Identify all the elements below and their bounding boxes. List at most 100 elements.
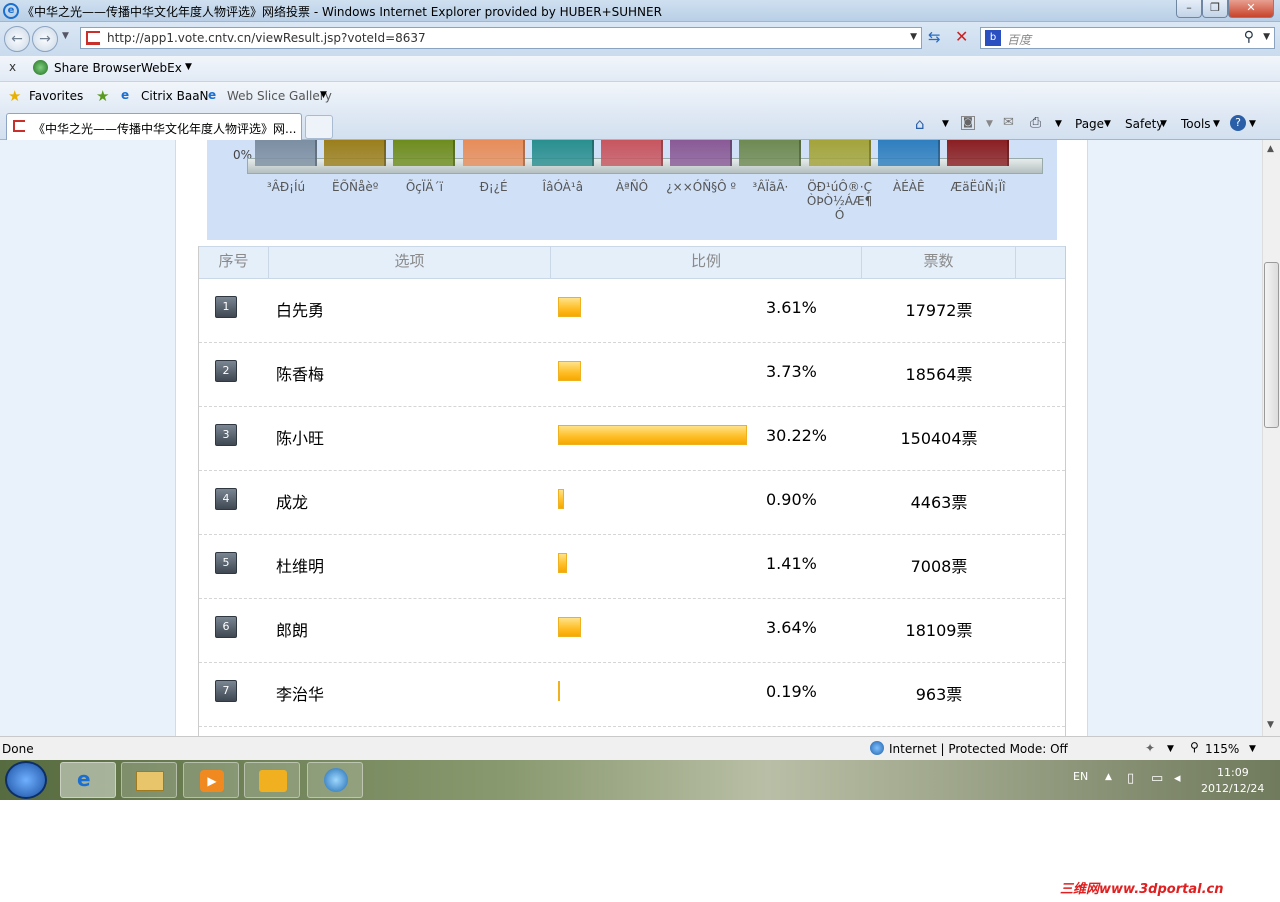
- baidu-icon: b: [985, 30, 1001, 46]
- chart-bar: [947, 140, 1009, 166]
- web-slice-gallery-link[interactable]: Web Slice Gallery: [227, 89, 332, 103]
- webslice-dropdown-icon[interactable]: ▼: [320, 90, 327, 100]
- maximize-button[interactable]: ❐: [1202, 0, 1228, 18]
- chart-bar: [601, 140, 663, 166]
- zoom-icon[interactable]: ⚲: [1190, 740, 1199, 754]
- chart-category-label: ÎâÓÀ¹â: [542, 180, 584, 194]
- print-dropdown-icon[interactable]: ▼: [1055, 119, 1062, 129]
- new-tab-button[interactable]: [305, 115, 333, 139]
- print-icon[interactable]: ⎙: [1030, 115, 1041, 131]
- share-browser-icon: [33, 60, 48, 75]
- tray-expand-icon[interactable]: ▲: [1105, 772, 1112, 782]
- ratio-percent: 3.61%: [766, 298, 817, 317]
- scroll-thumb[interactable]: [1264, 262, 1279, 428]
- row-number-badge: 3: [215, 424, 237, 446]
- table-row: 7 李治华 0.19% 963票: [199, 663, 1065, 727]
- history-dropdown-icon[interactable]: ▼: [62, 31, 69, 41]
- add-favorite-icon[interactable]: ★: [96, 87, 109, 105]
- tools-dropdown-icon: ▼: [1213, 119, 1220, 129]
- mail-icon[interactable]: ✉: [1003, 115, 1014, 130]
- results-chart: 0% ³ÂÐ¡Íú ËÕÑåèº ÕçÏÄ´ï Ð¡¿É ÎâÓÀ¹â ÀªÑÔ ¿××ÓÑ…: [207, 140, 1057, 240]
- zoom-dropdown-icon[interactable]: ▼: [1249, 744, 1256, 754]
- tray-device-icon[interactable]: ▯: [1127, 771, 1134, 786]
- chart-bar: [255, 140, 317, 166]
- home-icon[interactable]: ⌂: [915, 115, 925, 133]
- favorites-button[interactable]: Favorites: [29, 89, 83, 103]
- minimize-button[interactable]: –: [1176, 0, 1202, 18]
- tab-vote-page[interactable]: 《中华之光——传播中华文化年度人物评选》网...: [6, 113, 302, 140]
- header-no: 序号: [199, 247, 269, 279]
- feeds-icon[interactable]: ◙: [961, 116, 975, 130]
- popup-dropdown-icon[interactable]: ▼: [1167, 744, 1174, 754]
- home-dropdown-icon[interactable]: ▼: [942, 119, 949, 129]
- site-watermark: 三维网www.3dportal.cn: [1060, 882, 1224, 897]
- vote-count: 7008票: [910, 557, 968, 576]
- search-icon[interactable]: ⚲: [1244, 29, 1254, 45]
- safety-dropdown-icon: ▼: [1160, 119, 1167, 129]
- toolbar-close-icon[interactable]: x: [9, 60, 16, 74]
- vote-count: 4463票: [910, 493, 968, 512]
- taskbar-explorer-icon[interactable]: [121, 762, 177, 798]
- safety-menu[interactable]: Safety: [1125, 117, 1163, 131]
- search-dropdown-icon[interactable]: ▼: [1263, 32, 1270, 42]
- address-dropdown-icon[interactable]: ▼: [910, 32, 917, 42]
- address-url: http://app1.vote.cntv.cn/viewResult.jsp?…: [107, 31, 426, 45]
- option-name: 郎朗: [276, 621, 309, 640]
- ratio-bar: [558, 425, 747, 445]
- help-icon[interactable]: ?: [1230, 115, 1246, 131]
- tab-favicon-icon: [13, 120, 25, 132]
- row-number-badge: 4: [215, 488, 237, 510]
- vote-count: 150404票: [900, 429, 978, 448]
- search-input[interactable]: b 百度 ⚲ ▼: [980, 27, 1275, 49]
- taskbar-globe-icon[interactable]: [307, 762, 363, 798]
- popup-blocker-icon[interactable]: ✦: [1145, 741, 1155, 755]
- refresh-icon[interactable]: ⇆: [928, 28, 941, 46]
- table-row: 2 陈香梅 3.73% 18564票: [199, 343, 1065, 407]
- chart-bar: [670, 140, 733, 166]
- results-table: 序号 选项 比例 票数 1 白先勇 3.61% 17972票 2 陈香梅 3.73% 1856…: [198, 246, 1066, 736]
- back-button[interactable]: ←: [4, 26, 30, 52]
- close-button[interactable]: ✕: [1228, 0, 1274, 18]
- network-icon[interactable]: ▭: [1151, 771, 1163, 786]
- feeds-dropdown-icon[interactable]: ▼: [986, 119, 993, 129]
- citrix-baan-link[interactable]: Citrix BaaN: [141, 89, 209, 103]
- zoom-level[interactable]: 115%: [1205, 742, 1239, 756]
- help-dropdown-icon[interactable]: ▼: [1249, 119, 1256, 129]
- clock-date[interactable]: 2012/12/24: [1201, 782, 1264, 795]
- chart-bar: [393, 140, 456, 166]
- page-dropdown-icon: ▼: [1104, 119, 1111, 129]
- forward-button[interactable]: →: [32, 26, 58, 52]
- taskbar-media-player-icon[interactable]: ▶: [183, 762, 239, 798]
- page-menu[interactable]: Page: [1075, 117, 1104, 131]
- ie-icon: e: [3, 3, 19, 19]
- webex-dropdown-icon[interactable]: ▼: [185, 62, 192, 72]
- scroll-down-icon[interactable]: ▼: [1267, 720, 1274, 730]
- citrix-page-icon: e: [121, 88, 130, 102]
- share-browser-button[interactable]: Share Browser: [54, 61, 141, 75]
- tools-menu[interactable]: Tools: [1181, 117, 1211, 131]
- taskbar-ie-icon[interactable]: e: [60, 762, 116, 798]
- ratio-bar: [558, 489, 564, 509]
- taskbar-outlook-icon[interactable]: [244, 762, 300, 798]
- option-name: 陈小旺: [276, 429, 325, 448]
- ratio-bar: [558, 617, 581, 637]
- address-row: ← → ▼ http://app1.vote.cntv.cn/viewResul…: [0, 22, 1280, 56]
- row-number-badge: 1: [215, 296, 237, 318]
- start-button[interactable]: [5, 761, 47, 799]
- scroll-up-icon[interactable]: ▲: [1267, 144, 1274, 154]
- webex-button[interactable]: WebEx: [141, 61, 182, 75]
- stop-icon[interactable]: ✕: [955, 27, 968, 46]
- ratio-bar: [558, 297, 581, 317]
- table-row: 5 杜维明 1.41% 7008票: [199, 535, 1065, 599]
- volume-icon[interactable]: ◂: [1174, 771, 1181, 786]
- row-number-badge: 7: [215, 680, 237, 702]
- language-indicator[interactable]: EN: [1073, 770, 1088, 783]
- chart-bar: [531, 140, 594, 166]
- vertical-scrollbar[interactable]: ▲ ▼: [1262, 140, 1280, 736]
- clock-time[interactable]: 11:09: [1217, 766, 1249, 779]
- internet-zone-icon: [870, 741, 884, 755]
- table-row: 6 郎朗 3.64% 18109票: [199, 599, 1065, 663]
- address-bar[interactable]: http://app1.vote.cntv.cn/viewResult.jsp?…: [80, 27, 922, 49]
- title-bar: e 《中华之光——传播中华文化年度人物评选》网络投票 - Windows Int…: [0, 0, 1280, 22]
- table-row: 1 白先勇 3.61% 17972票: [199, 279, 1065, 343]
